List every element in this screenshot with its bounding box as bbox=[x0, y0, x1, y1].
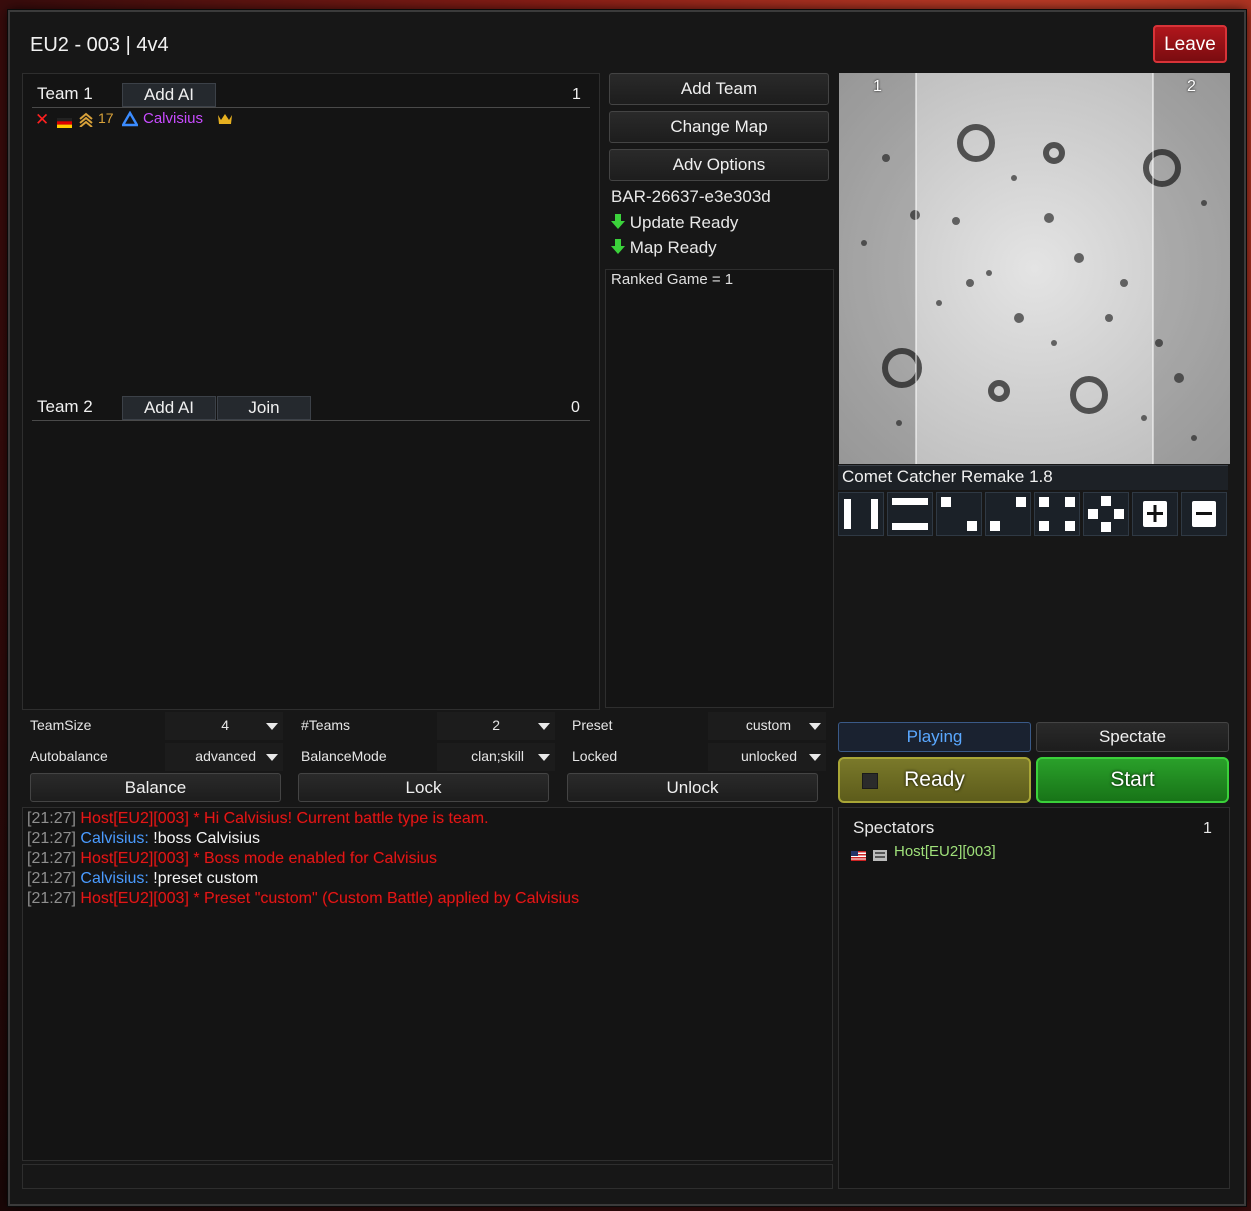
chat-line: [21:27] Host[EU2][003] * Preset "custom"… bbox=[27, 890, 580, 907]
map-preview[interactable] bbox=[839, 73, 1230, 464]
teams-value: 2 bbox=[492, 717, 500, 733]
autobalance-value: advanced bbox=[195, 748, 256, 764]
ready-label: Ready bbox=[904, 768, 965, 791]
chat-line: [21:27] Calvisius: !preset custom bbox=[27, 870, 259, 887]
chat-line: [21:27] Host[EU2][003] * Boss mode enabl… bbox=[27, 850, 438, 867]
autobalance-label: Autobalance bbox=[30, 748, 108, 764]
chat-line: [21:27] Calvisius: !boss Calvisius bbox=[27, 830, 261, 847]
update-status: Update Ready bbox=[611, 213, 738, 235]
remove-box-button[interactable] bbox=[1181, 492, 1227, 536]
chevron-down-icon bbox=[809, 723, 821, 730]
team-2-add-ai-button[interactable]: Add AI bbox=[122, 396, 216, 420]
update-status-text: Update Ready bbox=[629, 213, 739, 232]
chevron-down-icon bbox=[266, 723, 278, 730]
preset-value: custom bbox=[745, 717, 791, 733]
adv-options-button[interactable]: Adv Options bbox=[609, 149, 829, 181]
spectator-row[interactable]: Host[EU2][003] bbox=[851, 843, 1151, 863]
kick-icon[interactable]: ✕ bbox=[35, 110, 49, 130]
lock-button[interactable]: Lock bbox=[298, 773, 549, 802]
split-antidiagonal-button[interactable] bbox=[985, 492, 1031, 536]
balancemode-value: clan;skill bbox=[471, 748, 524, 764]
split-horizontal-button[interactable] bbox=[887, 492, 933, 536]
spectators-label: Spectators bbox=[853, 818, 935, 837]
chat-line: [21:27] Host[EU2][003] * Hi Calvisius! C… bbox=[27, 810, 489, 827]
bot-icon bbox=[873, 848, 887, 866]
engine-version: BAR-26637-e3e303d bbox=[611, 187, 771, 206]
map-status-text: Map Ready bbox=[629, 238, 717, 257]
locked-dropdown[interactable]: unlocked bbox=[708, 743, 826, 771]
team-2-divider bbox=[32, 420, 590, 421]
teamsize-dropdown[interactable]: 4 bbox=[165, 712, 283, 740]
split-corners-button[interactable] bbox=[1034, 492, 1080, 536]
team-2-label: Team 2 bbox=[37, 397, 93, 416]
teamsize-value: 4 bbox=[221, 717, 229, 733]
player-row[interactable]: ✕ 17 Calvisius bbox=[34, 110, 294, 130]
battle-title: EU2 - 003 | 4v4 bbox=[30, 34, 169, 56]
teamsize-label: TeamSize bbox=[30, 717, 92, 733]
playing-toggle[interactable]: Playing bbox=[838, 722, 1031, 752]
germany-flag-icon bbox=[57, 115, 72, 128]
spectators-panel bbox=[838, 807, 1230, 1189]
players-panel bbox=[22, 73, 600, 710]
locked-value: unlocked bbox=[740, 748, 797, 764]
autobalance-dropdown[interactable]: advanced bbox=[165, 743, 283, 771]
spectators-count: 1 bbox=[1203, 820, 1212, 837]
balancemode-label: BalanceMode bbox=[301, 748, 387, 764]
add-box-button[interactable] bbox=[1132, 492, 1178, 536]
start-box-1-label: 1 bbox=[873, 78, 882, 95]
player-name: Calvisius bbox=[143, 110, 204, 127]
map-name: Comet Catcher Remake 1.8 bbox=[842, 467, 1053, 486]
rank-chevrons-icon bbox=[78, 111, 94, 132]
modoptions-panel bbox=[605, 269, 834, 708]
teams-dropdown[interactable]: 2 bbox=[437, 712, 555, 740]
download-arrow-icon bbox=[611, 214, 625, 235]
us-flag-icon bbox=[851, 848, 866, 866]
split-diagonal-button[interactable] bbox=[936, 492, 982, 536]
download-arrow-icon bbox=[611, 239, 625, 260]
team-1-count: 1 bbox=[572, 86, 581, 103]
start-box-2-label: 2 bbox=[1187, 78, 1196, 95]
split-vertical-button[interactable] bbox=[838, 492, 884, 536]
player-skill: 17 bbox=[98, 110, 114, 126]
balance-button[interactable]: Balance bbox=[30, 773, 281, 802]
map-status: Map Ready bbox=[611, 238, 717, 260]
chat-input[interactable] bbox=[22, 1164, 833, 1189]
armada-faction-icon bbox=[120, 110, 140, 132]
boss-crown-icon bbox=[217, 112, 233, 130]
preset-label: Preset bbox=[572, 717, 613, 733]
add-team-button[interactable]: Add Team bbox=[609, 73, 829, 105]
change-map-button[interactable]: Change Map bbox=[609, 111, 829, 143]
team-1-add-ai-button[interactable]: Add AI bbox=[122, 83, 216, 107]
start-button[interactable]: Start bbox=[1036, 757, 1229, 803]
unlock-button[interactable]: Unlock bbox=[567, 773, 818, 802]
spectate-toggle[interactable]: Spectate bbox=[1036, 722, 1229, 752]
team-2-join-button[interactable]: Join bbox=[217, 396, 311, 420]
spectator-name: Host[EU2][003] bbox=[894, 843, 996, 860]
team-1-divider bbox=[32, 107, 590, 108]
ready-button[interactable]: Ready bbox=[838, 757, 1031, 803]
team-1-label: Team 1 bbox=[37, 84, 93, 103]
chevron-down-icon bbox=[538, 754, 550, 761]
locked-label: Locked bbox=[572, 748, 618, 764]
modoptions-text: Ranked Game = 1 bbox=[611, 271, 734, 288]
chevron-down-icon bbox=[266, 754, 278, 761]
balancemode-dropdown[interactable]: clan;skill bbox=[437, 743, 555, 771]
split-edges-button[interactable] bbox=[1083, 492, 1129, 536]
chevron-down-icon bbox=[809, 754, 821, 761]
teams-label: #Teams bbox=[301, 717, 351, 733]
team-2-count: 0 bbox=[571, 399, 580, 416]
leave-button[interactable]: Leave bbox=[1153, 25, 1227, 63]
chevron-down-icon bbox=[538, 723, 550, 730]
preset-dropdown[interactable]: custom bbox=[708, 712, 826, 740]
